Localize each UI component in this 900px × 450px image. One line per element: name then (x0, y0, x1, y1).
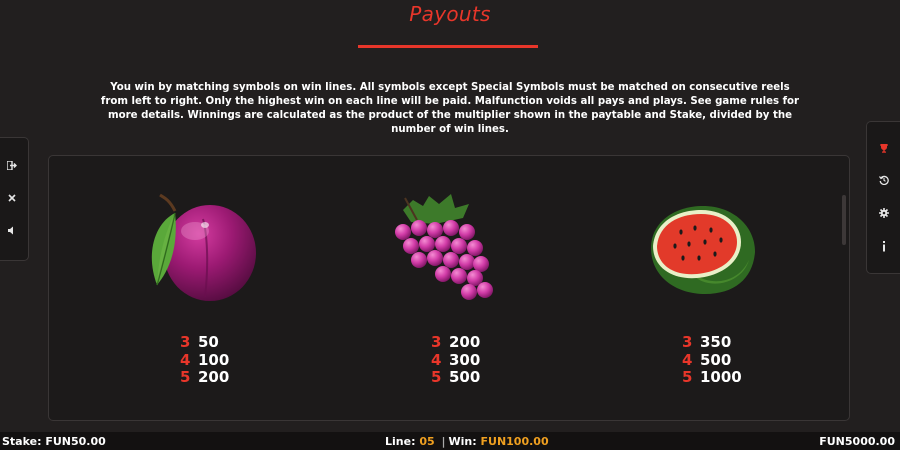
separator: | (441, 435, 446, 448)
rules-description: You win by matching symbols on win lines… (100, 82, 800, 135)
watermelon-symbol (651, 206, 755, 294)
info-button[interactable] (875, 237, 893, 255)
paytable-tab-button[interactable] (875, 139, 893, 157)
pay-row: 4 100 (180, 350, 230, 370)
close-button[interactable] (3, 189, 21, 207)
panel-scrollbar[interactable] (842, 195, 846, 245)
info-icon (883, 240, 885, 251)
stake-value: FUN50.00 (45, 435, 106, 448)
pay-count: 5 (180, 368, 191, 386)
pay-value: 500 (700, 350, 732, 369)
title-underline (358, 45, 538, 48)
exit-button[interactable] (3, 156, 21, 174)
pay-count: 4 (682, 350, 693, 369)
settings-gear-icon (879, 208, 889, 218)
pay-value: 50 (198, 333, 219, 351)
sound-button[interactable] (3, 221, 21, 239)
right-sidebar (866, 121, 900, 274)
pay-row: 5 1000 (682, 368, 742, 387)
plum-symbol (151, 193, 256, 301)
history-icon (879, 175, 889, 185)
pay-value: 200 (449, 333, 481, 351)
page-title: Payouts (409, 2, 491, 26)
exit-icon (7, 160, 17, 170)
settings-button[interactable] (875, 204, 893, 222)
pay-count: 5 (682, 368, 693, 386)
pay-value: 300 (449, 350, 481, 369)
pay-row: 5 500 (431, 368, 481, 387)
win-label: Win: (448, 435, 477, 448)
pay-value: 200 (198, 368, 230, 386)
pay-count: 4 (431, 350, 442, 369)
pay-row: 4 300 (431, 350, 481, 370)
sound-icon (7, 226, 13, 234)
plum-paytable: 3 50 4 100 5 200 (180, 333, 230, 387)
pay-row: 3 50 (180, 333, 229, 352)
pay-row: 4 500 (682, 350, 742, 370)
history-button[interactable] (875, 171, 893, 189)
win-value: FUN100.00 (480, 435, 549, 448)
pay-count: 3 (180, 333, 191, 351)
watermelon-paytable: 3 350 4 500 5 1000 (682, 333, 742, 387)
pay-value: 350 (700, 333, 732, 351)
pay-row: 5 200 (180, 368, 230, 387)
pay-row: 3 350 (682, 333, 742, 352)
trophy-icon (880, 144, 888, 153)
pay-value: 1000 (700, 368, 742, 386)
pay-count: 4 (180, 350, 191, 369)
pay-row: 3 200 (431, 333, 481, 352)
pay-count: 3 (431, 333, 442, 351)
pay-value: 100 (198, 350, 230, 369)
pay-count: 3 (682, 333, 693, 351)
grapes-symbol (395, 194, 493, 300)
pay-value: 500 (449, 368, 481, 386)
grapes-paytable: 3 200 4 300 5 500 (431, 333, 481, 387)
status-bar: Stake: FUN50.00 Line: 05 | Win: FUN100.00… (0, 432, 900, 450)
pay-count: 5 (431, 368, 442, 386)
left-sidebar (0, 137, 29, 261)
line-value: 05 (419, 435, 435, 448)
line-win-display: Line: 05 | Win: FUN100.00 (385, 435, 549, 448)
balance-display: FUN5000.00 (819, 435, 895, 448)
stake-label: Stake: (2, 435, 42, 448)
stake-display: Stake: FUN50.00 (2, 435, 106, 448)
close-icon (8, 194, 16, 202)
line-label: Line: (385, 435, 416, 448)
